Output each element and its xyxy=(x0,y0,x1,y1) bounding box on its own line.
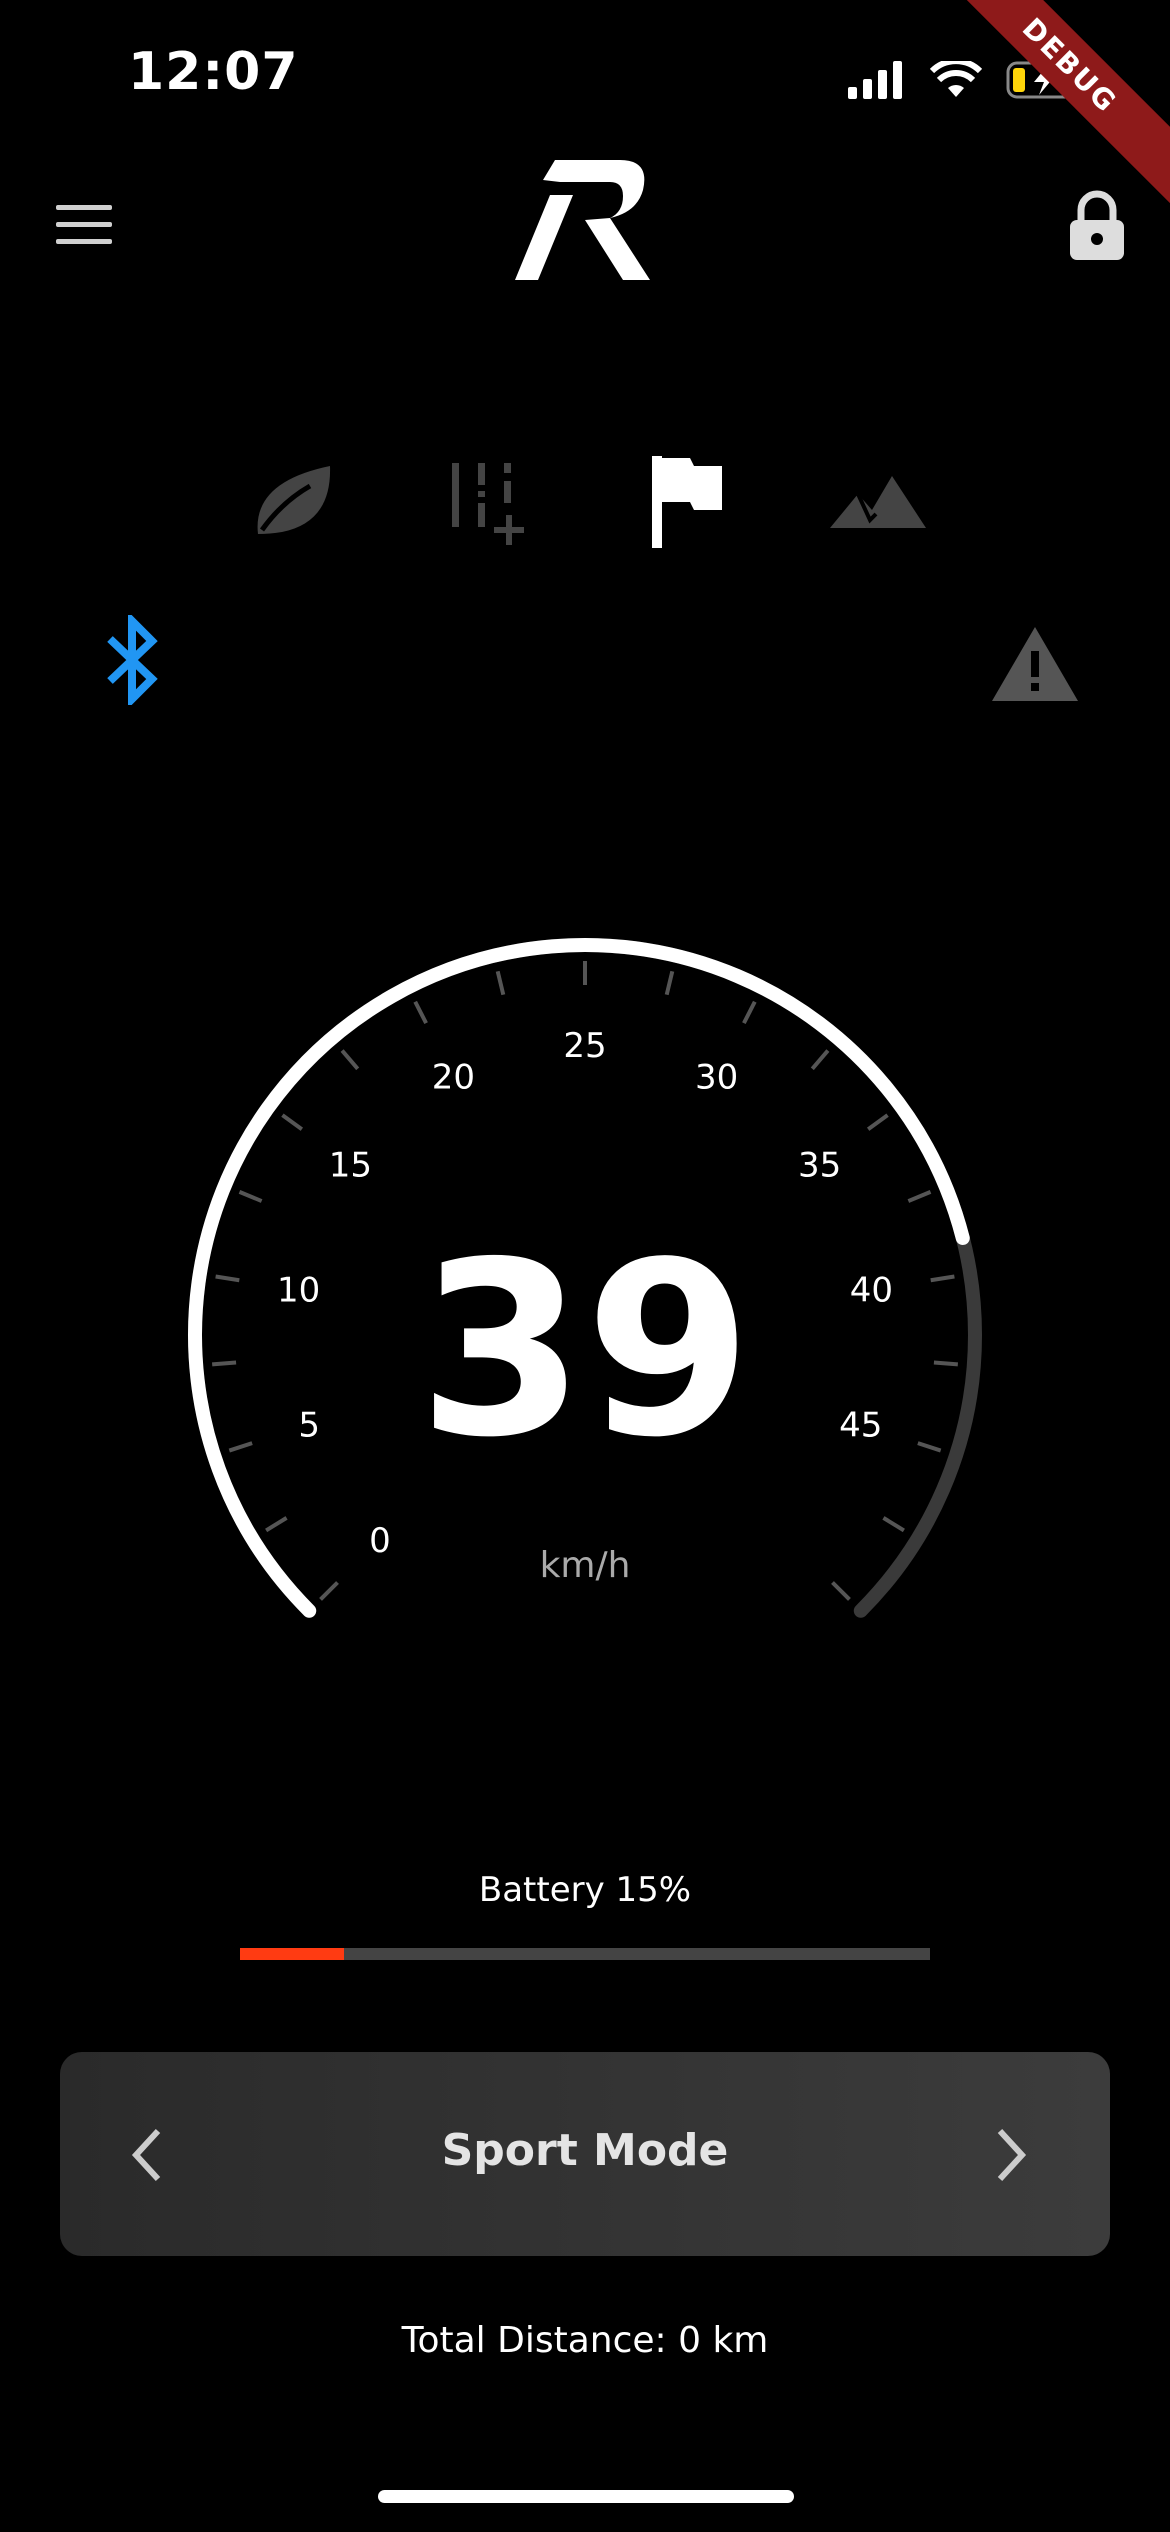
gauge-tick xyxy=(265,1516,288,1533)
gauge-tick xyxy=(281,1113,304,1131)
chevron-right-icon[interactable] xyxy=(980,2115,1040,2195)
gauge-tick xyxy=(742,1000,757,1025)
warning-icon[interactable] xyxy=(990,625,1080,703)
hamburger-menu-icon xyxy=(56,205,112,244)
gauge-tick-label: 0 xyxy=(369,1521,391,1561)
gauge-tick-label: 40 xyxy=(850,1271,893,1311)
gauge-tick xyxy=(917,1441,942,1453)
sport-mode-button[interactable] xyxy=(635,450,735,550)
chevron-left-icon[interactable] xyxy=(118,2115,178,2195)
flag-icon xyxy=(652,456,722,548)
custom-mode-button[interactable] xyxy=(438,450,538,550)
home-indicator xyxy=(378,2490,794,2503)
gauge-tick-label: 35 xyxy=(798,1146,841,1186)
wifi-icon xyxy=(930,61,982,97)
gauge-tick xyxy=(933,1360,959,1367)
gauge-tick xyxy=(215,1274,240,1283)
battery-bar xyxy=(240,1948,930,1960)
battery-bar-fill xyxy=(240,1948,344,1960)
offroad-mode-button[interactable] xyxy=(828,450,928,550)
leaf-icon xyxy=(257,466,331,534)
gauge-tick xyxy=(319,1581,339,1601)
gauge-tick-label: 30 xyxy=(695,1058,738,1098)
gauge-tick-label: 25 xyxy=(563,1026,606,1066)
gauge-tick xyxy=(495,970,506,996)
speed-unit: km/h xyxy=(539,1545,631,1586)
mode-label: Sport Mode xyxy=(441,2125,729,2176)
gauge-tick xyxy=(930,1274,955,1283)
gauge-tick xyxy=(413,1000,428,1025)
status-time: 12:07 xyxy=(128,42,299,102)
menu-button[interactable] xyxy=(56,205,112,245)
gauge-tick xyxy=(882,1516,905,1533)
bluetooth-icon[interactable] xyxy=(100,615,170,705)
mountain-icon xyxy=(830,476,926,528)
gauge-tick-label: 10 xyxy=(277,1271,320,1311)
total-distance: Total Distance: 0 km xyxy=(401,2320,769,2361)
gauge-tick-label: 15 xyxy=(329,1146,372,1186)
gauge-tick-label: 20 xyxy=(432,1058,475,1098)
gauge-tick xyxy=(340,1049,360,1071)
gauge-tick xyxy=(866,1113,889,1131)
gauge-tick xyxy=(907,1190,932,1203)
gauge-tick-label: 45 xyxy=(839,1406,882,1446)
gauge-tick xyxy=(228,1441,253,1453)
gauge-tick xyxy=(211,1360,237,1367)
lock-icon[interactable] xyxy=(1067,190,1127,260)
gauge-tick xyxy=(664,970,675,996)
battery-label: Battery 15% xyxy=(478,1870,692,1910)
speed-value: 39 xyxy=(418,1210,752,1490)
cellular-signal-icon xyxy=(848,61,902,99)
gauge-tick xyxy=(238,1190,263,1203)
eco-mode-button[interactable] xyxy=(243,450,343,550)
app-logo xyxy=(515,160,650,280)
gauge-tick xyxy=(831,1581,851,1601)
gauge-tick-label: 5 xyxy=(298,1406,320,1446)
gauge-tick xyxy=(810,1049,830,1071)
sliders-plus-icon xyxy=(452,463,524,545)
